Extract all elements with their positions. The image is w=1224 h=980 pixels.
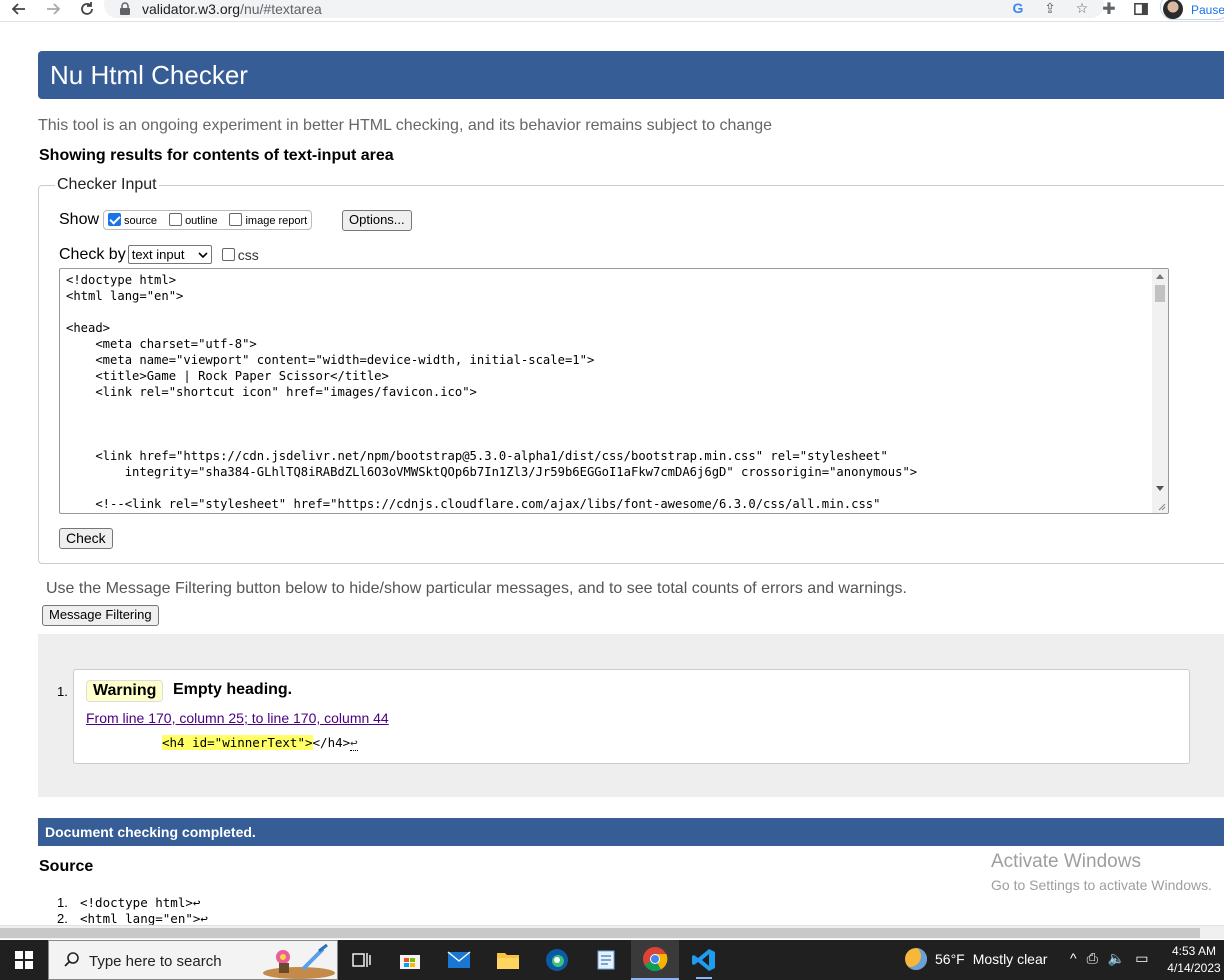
message-filtering-button[interactable]: Message Filtering xyxy=(42,605,159,626)
extensions-icon[interactable]: ✚ xyxy=(1100,0,1118,18)
show-label: Show xyxy=(59,211,100,228)
show-source-checkbox[interactable]: source xyxy=(108,213,157,227)
completion-bar: Document checking completed. xyxy=(38,818,1224,846)
page-title: Nu Html Checker xyxy=(50,60,248,90)
system-tray: ^ ⎙ 🔈 ▭ xyxy=(1070,950,1148,967)
file-explorer-icon[interactable] xyxy=(484,940,532,980)
chevron-up-icon[interactable]: ^ xyxy=(1070,950,1077,967)
message-extract: <h4 id="winnerText"></h4>↩ xyxy=(162,735,358,751)
chevron-down-icon xyxy=(198,251,208,258)
forward-icon[interactable] xyxy=(42,0,64,18)
vscode-icon[interactable] xyxy=(680,940,728,980)
weather-temp: 56°F xyxy=(935,951,965,967)
warning-badge: Warning xyxy=(86,680,164,702)
side-panel-icon[interactable] xyxy=(1132,0,1150,18)
check-button[interactable]: Check xyxy=(59,528,113,549)
source-heading: Source xyxy=(39,858,94,875)
browser-toolbar: validator.w3.org/nu/#textarea G ⇪ ☆ ✚ Pa… xyxy=(0,0,1224,22)
textarea-scrollbar[interactable] xyxy=(1152,269,1168,513)
search-placeholder: Type here to search xyxy=(89,953,222,970)
activate-windows-watermark: Activate Windows Go to Settings to activ… xyxy=(991,851,1212,893)
notepad-icon[interactable] xyxy=(582,940,630,980)
weather-desc: Mostly clear xyxy=(972,951,1048,967)
message-number: 1. xyxy=(57,684,68,699)
microsoft-store-icon[interactable] xyxy=(386,940,434,980)
scroll-down-icon[interactable] xyxy=(1156,486,1164,491)
check-by-select[interactable]: text input xyxy=(127,245,212,264)
scrollbar-thumb[interactable] xyxy=(1155,285,1165,302)
checkbox-icon xyxy=(229,213,243,226)
chrome-browser-icon[interactable] xyxy=(631,940,679,980)
resize-handle-icon[interactable] xyxy=(1156,501,1166,511)
meet-now-icon[interactable]: ⎙ xyxy=(1087,950,1098,967)
weather-widget[interactable]: 56°F Mostly clear xyxy=(905,948,1047,970)
check-by-row: Check by text input css xyxy=(59,245,259,264)
avatar xyxy=(1163,0,1183,19)
page-header: Nu Html Checker xyxy=(38,51,1224,99)
source-listing: 1. <!doctype html>↩ 2. <html lang="en">↩ xyxy=(57,895,208,927)
show-options-group: source outline image report xyxy=(103,210,313,230)
scroll-up-icon[interactable] xyxy=(1156,274,1164,279)
network-icon[interactable]: ▭ xyxy=(1135,950,1148,967)
show-outline-checkbox[interactable]: outline xyxy=(169,213,217,227)
extract-highlight: <h4 id="winnerText"> xyxy=(162,735,313,750)
source-line: 1. <!doctype html>↩ xyxy=(57,895,201,910)
scrollbar-thumb[interactable] xyxy=(0,928,1200,938)
horizontal-scrollbar[interactable] xyxy=(0,925,1224,939)
weather-moon-icon xyxy=(905,948,927,970)
clock-date: 4/14/2023 xyxy=(1167,961,1221,975)
checkbox-icon xyxy=(221,248,235,261)
filtering-note: Use the Message Filtering button below t… xyxy=(46,580,907,597)
completion-text: Document checking completed. xyxy=(45,824,256,840)
profile-button[interactable]: Paused xyxy=(1160,0,1224,20)
clock-time: 4:53 AM xyxy=(1171,944,1217,958)
share-icon[interactable]: ⇪ xyxy=(1042,0,1058,16)
check-by-label: Check by xyxy=(59,245,126,263)
css-checkbox[interactable]: css xyxy=(221,247,259,263)
warning-message: Empty heading. xyxy=(173,681,293,698)
search-highlight-image xyxy=(263,943,335,979)
checkbox-icon xyxy=(169,213,183,226)
profile-status: Paused xyxy=(1191,3,1224,17)
source-textarea-content: <!doctype html> <html lang="en"> <head> … xyxy=(66,273,918,511)
mail-icon[interactable] xyxy=(435,940,483,980)
bookmark-star-icon[interactable]: ☆ xyxy=(1074,0,1090,16)
reload-icon[interactable] xyxy=(76,0,98,18)
google-lens-icon[interactable]: G xyxy=(1010,0,1026,16)
address-bar[interactable]: validator.w3.org/nu/#textarea G ⇪ ☆ xyxy=(104,0,1104,18)
url-text: validator.w3.org/nu/#textarea xyxy=(142,1,322,17)
show-options-row: Show source outline image report xyxy=(59,210,313,230)
extract-rest: </h4> xyxy=(312,735,351,750)
volume-icon[interactable]: 🔈 xyxy=(1108,950,1125,967)
show-image-report-checkbox[interactable]: image report xyxy=(229,213,307,227)
tagline: This tool is an ongoing experiment in be… xyxy=(38,117,773,134)
edge-browser-icon[interactable] xyxy=(533,940,581,980)
message-location-link[interactable]: From line 170, column 25; to line 170, c… xyxy=(86,710,389,726)
results-title: Showing results for contents of text-inp… xyxy=(39,147,394,164)
lock-icon xyxy=(120,2,130,15)
checkbox-checked-icon xyxy=(108,213,122,226)
windows-taskbar: Type here to search 56°F Mostly clear ^ … xyxy=(0,940,1224,980)
windows-start-icon[interactable] xyxy=(0,940,48,980)
back-icon[interactable] xyxy=(8,0,30,18)
task-view-icon[interactable] xyxy=(338,940,386,980)
taskbar-clock[interactable]: 4:53 AM 4/14/2023 xyxy=(1165,943,1223,977)
line-break-icon: ↩ xyxy=(350,735,358,751)
checker-input-legend: Checker Input xyxy=(57,176,157,193)
source-textarea[interactable]: <!doctype html> <html lang="en"> <head> … xyxy=(59,268,1169,514)
search-icon xyxy=(64,952,79,967)
taskbar-search-input[interactable]: Type here to search xyxy=(48,940,338,980)
options-button[interactable]: Options... xyxy=(342,210,412,231)
